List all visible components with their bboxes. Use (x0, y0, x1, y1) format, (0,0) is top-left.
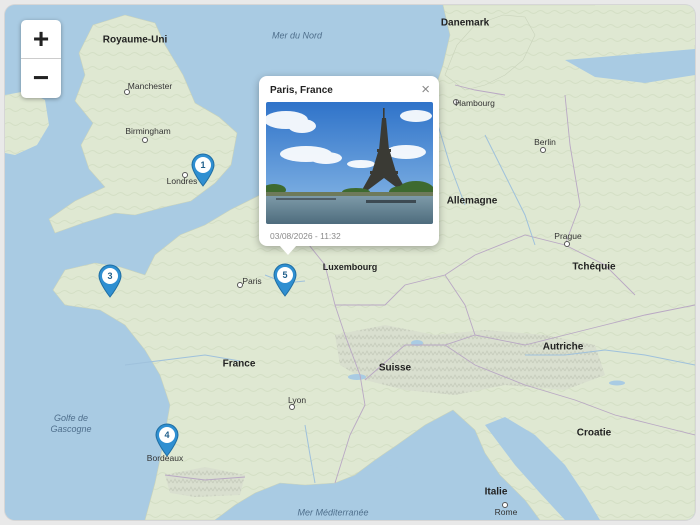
label-danemark: Danemark (440, 17, 490, 29)
marker-number: 5 (277, 267, 293, 283)
marker-number: 1 (195, 157, 211, 173)
label-prague: Prague (554, 231, 582, 241)
location-popup: Paris, France × 03/08/2026 - 11:32 (259, 76, 439, 255)
zoom-control: + − (21, 20, 61, 98)
marker-number: 3 (102, 268, 118, 284)
label-tchequie: Tchéquie (572, 261, 616, 273)
city-dot-prague (564, 241, 570, 247)
label-manchester: Manchester (127, 81, 173, 91)
label-suisse: Suisse (378, 362, 412, 374)
popup-title: Paris, France (270, 85, 333, 96)
map-marker-4[interactable]: 4 (155, 423, 179, 457)
lake-balaton (609, 380, 625, 386)
zoom-in-button[interactable]: + (21, 20, 61, 59)
city-dot-birmingham (142, 137, 148, 143)
label-birmingham: Birmingham (125, 126, 171, 136)
label-royaume-uni: Royaume-Uni (102, 34, 168, 46)
zoom-out-button[interactable]: − (21, 59, 61, 97)
popup-timestamp: 03/08/2026 - 11:32 (270, 231, 341, 241)
label-allemagne: Allemagne (446, 195, 498, 207)
label-hambourg: Hambourg (455, 98, 495, 108)
marker-number: 4 (159, 427, 175, 443)
label-mer-du-nord: Mer du Nord (271, 30, 323, 41)
label-golfe-de-gascogne: Golfe de Gascogne (50, 413, 92, 434)
label-lyon: Lyon (287, 395, 307, 405)
label-autriche: Autriche (542, 341, 584, 353)
lake-geneva (348, 374, 366, 380)
map-marker-5[interactable]: 5 (273, 263, 297, 297)
close-icon[interactable]: × (421, 81, 430, 98)
popup-photo[interactable] (266, 102, 433, 224)
label-italie: Italie (484, 486, 508, 498)
label-rome: Rome (494, 507, 518, 517)
label-mer-mediterranee: Mer Méditerranée (297, 507, 369, 518)
label-berlin: Berlin (534, 137, 556, 147)
map-marker-1[interactable]: 1 (191, 153, 215, 187)
city-dot-berlin (540, 147, 546, 153)
label-croatie: Croatie (576, 427, 612, 439)
eiffel-tower-photo (266, 102, 433, 224)
label-paris: Paris (242, 276, 262, 286)
label-france: France (222, 358, 256, 370)
label-luxembourg: Luxembourg (322, 262, 378, 272)
map-marker-3[interactable]: 3 (98, 264, 122, 298)
